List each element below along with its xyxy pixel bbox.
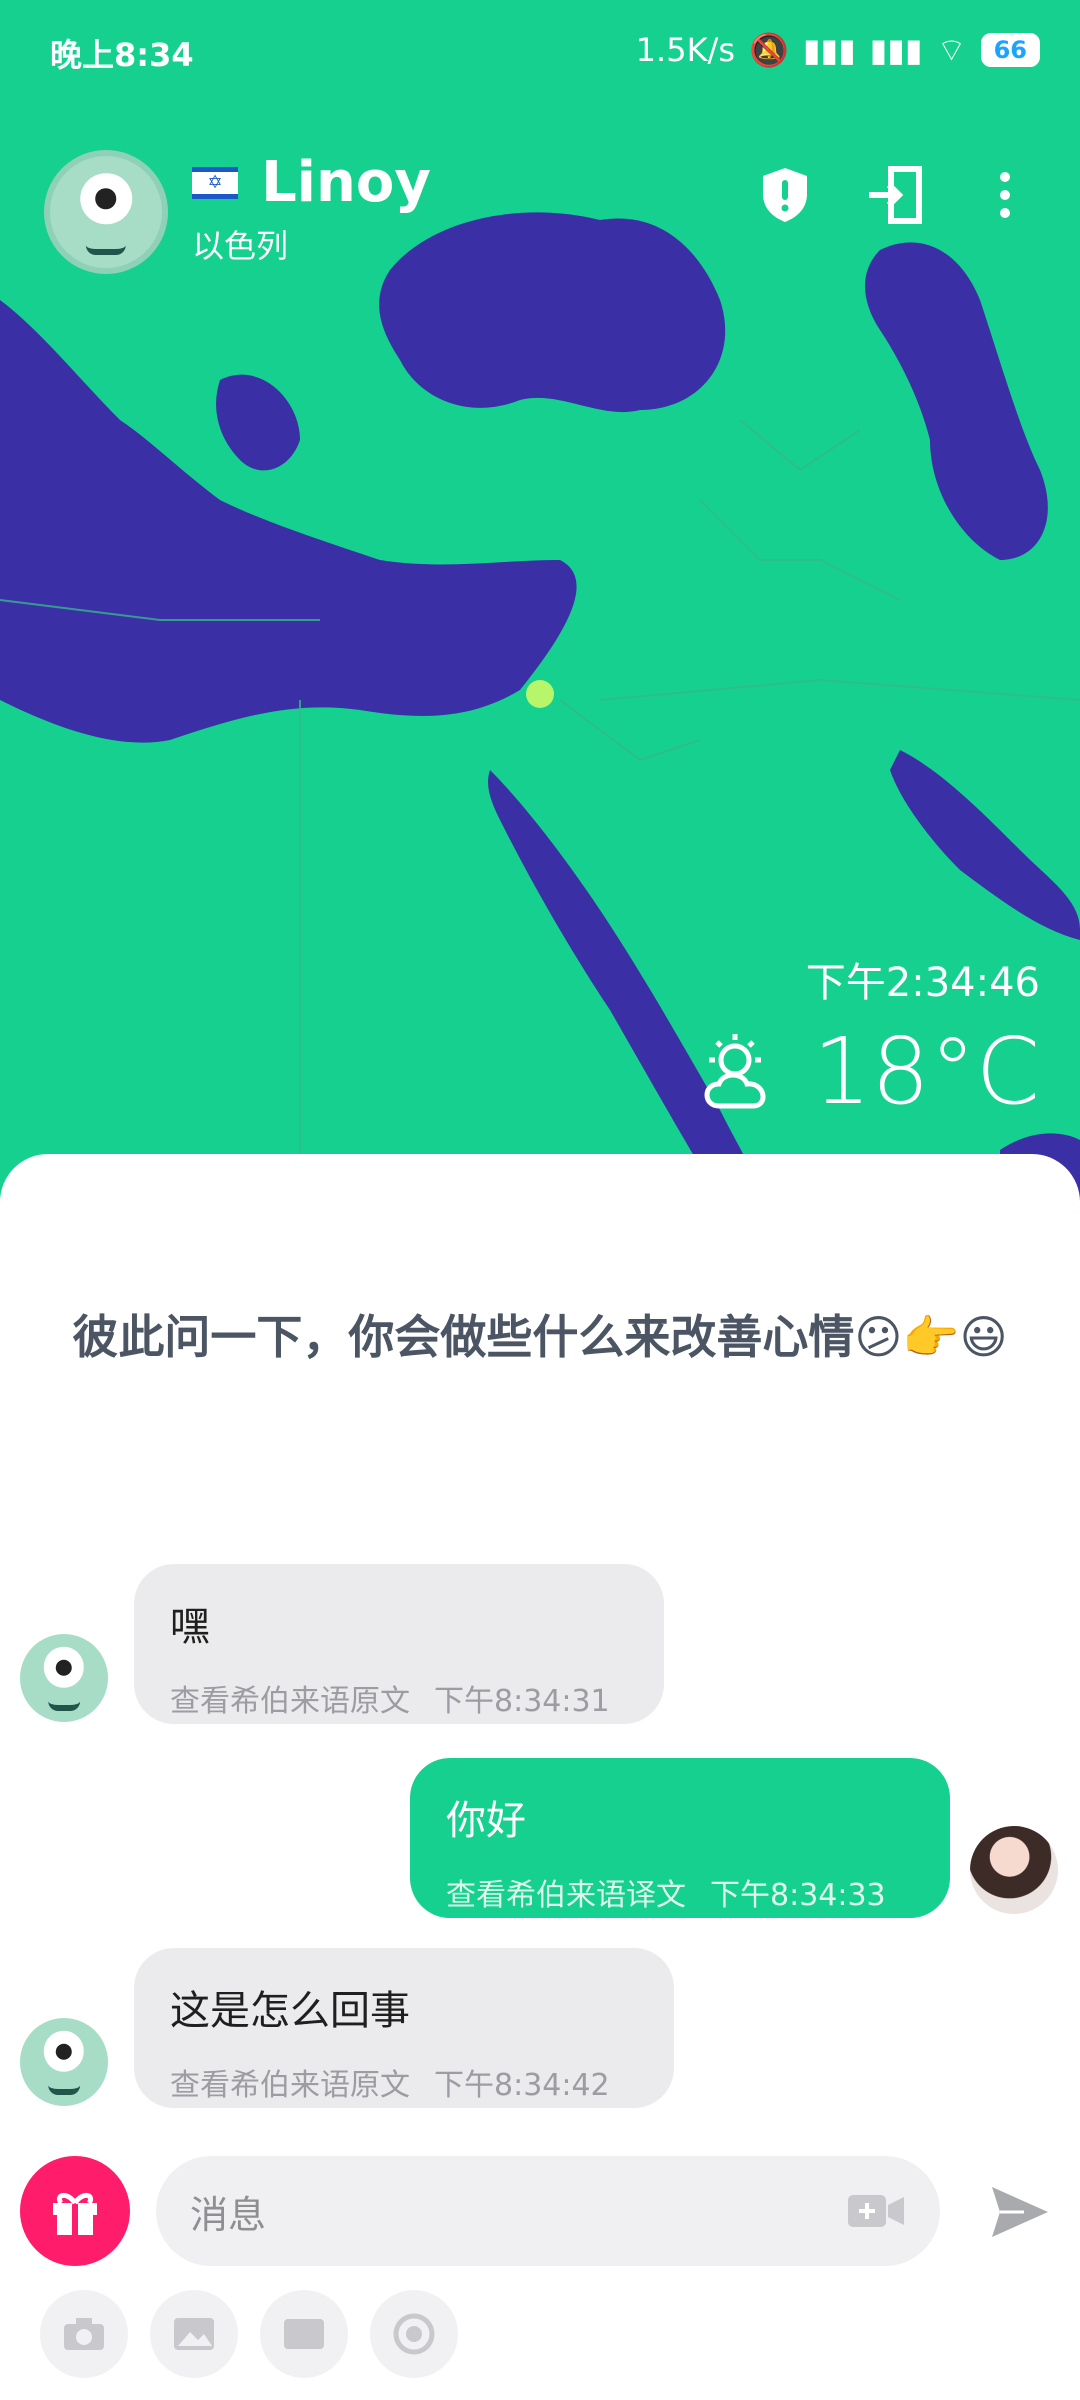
message-text: 这是怎么回事 bbox=[170, 1988, 410, 2034]
message-input[interactable]: 消息 bbox=[156, 2156, 940, 2266]
avatar-mouth bbox=[85, 237, 127, 255]
message-bubble[interactable]: 你好 查看希伯来语译文 下午8:34:33 bbox=[410, 1758, 950, 1918]
message-placeholder: 消息 bbox=[190, 2192, 267, 2237]
avatar-mouth bbox=[48, 2081, 80, 2096]
wifi-icon: ⌔ bbox=[936, 31, 967, 69]
status-icons: 1.5K/s 🔕 ▮▮▮ ▮▮▮ ⌔ 66 bbox=[636, 30, 1040, 70]
camera-icon bbox=[64, 2318, 104, 2350]
avatar-eye bbox=[43, 1647, 85, 1688]
status-time: 晚上8:34 bbox=[50, 36, 194, 74]
view-original-link[interactable]: 查看希伯来语原文 bbox=[170, 1676, 410, 1720]
view-original-link[interactable]: 查看希伯来语原文 bbox=[170, 2060, 410, 2104]
message-bubble[interactable]: 这是怎么回事 查看希伯来语原文 下午8:34:42 bbox=[134, 1948, 674, 2108]
user-avatar[interactable] bbox=[970, 1826, 1058, 1914]
partly-cloudy-icon bbox=[704, 1033, 766, 1108]
partner-info: Linoy 以色列 bbox=[192, 150, 431, 267]
message-text: 嘿 bbox=[170, 1604, 210, 1650]
message-time: 下午8:34:42 bbox=[434, 2068, 610, 2103]
timer-icon bbox=[393, 2313, 435, 2355]
send-icon bbox=[992, 2187, 1048, 2237]
israel-flag-icon bbox=[192, 166, 238, 199]
more-icon[interactable] bbox=[970, 160, 1040, 230]
attachment-tools bbox=[40, 2290, 458, 2378]
video-call-icon[interactable] bbox=[848, 2193, 906, 2229]
gift-button[interactable] bbox=[20, 2156, 130, 2266]
avatar-eye bbox=[80, 172, 132, 225]
status-bar: 晚上8:34 1.5K/s 🔕 ▮▮▮ ▮▮▮ ⌔ 66 bbox=[0, 0, 1080, 100]
weather: 18°C bbox=[695, 1018, 1040, 1125]
partner-avatar[interactable] bbox=[44, 150, 168, 274]
avatar-eye bbox=[43, 2031, 85, 2072]
exit-icon[interactable] bbox=[860, 160, 930, 230]
header-actions bbox=[750, 160, 1040, 230]
camera-button[interactable] bbox=[40, 2290, 128, 2378]
shield-icon[interactable] bbox=[750, 160, 820, 230]
gift-icon bbox=[53, 2193, 97, 2235]
message-text: 你好 bbox=[446, 1798, 526, 1844]
send-button[interactable] bbox=[980, 2172, 1060, 2252]
message-meta: 查看希伯来语原文 下午8:34:31 bbox=[170, 1676, 628, 1720]
partner-local-time: 下午2:34:46 bbox=[805, 960, 1040, 1006]
image-icon bbox=[174, 2318, 214, 2350]
partner-avatar-small[interactable] bbox=[20, 2018, 108, 2106]
message-meta: 查看希伯来语译文 下午8:34:33 bbox=[446, 1870, 914, 1914]
message-time: 下午8:34:31 bbox=[434, 1684, 610, 1719]
gallery-button[interactable] bbox=[150, 2290, 238, 2378]
view-translation-link[interactable]: 查看希伯来语译文 bbox=[446, 1870, 686, 1914]
temperature: 18°C bbox=[812, 1018, 1040, 1125]
message-bubble[interactable]: 嘿 查看希伯来语原文 下午8:34:31 bbox=[134, 1564, 664, 1724]
partner-country: 以色列 bbox=[192, 227, 289, 265]
gif-button[interactable] bbox=[260, 2290, 348, 2378]
mute-icon: 🔕 bbox=[749, 31, 789, 69]
chat-header: Linoy 以色列 bbox=[44, 150, 1040, 274]
composer: 消息 bbox=[20, 2156, 1060, 2266]
message-time: 下午8:34:33 bbox=[710, 1878, 886, 1913]
location-dot bbox=[526, 680, 554, 708]
conversation-prompt: 彼此问一下，你会做些什么来改善心情😕👉😃 bbox=[72, 1310, 1008, 1364]
message-meta: 查看希伯来语原文 下午8:34:42 bbox=[170, 2060, 638, 2104]
signal-icon-2: ▮▮▮ bbox=[869, 31, 923, 69]
partner-name: Linoy bbox=[261, 150, 431, 215]
gif-icon bbox=[284, 2319, 324, 2349]
signal-icon: ▮▮▮ bbox=[802, 31, 856, 69]
partner-avatar-small[interactable] bbox=[20, 1634, 108, 1722]
battery-indicator: 66 bbox=[980, 33, 1040, 67]
burn-after-reading-button[interactable] bbox=[370, 2290, 458, 2378]
avatar-mouth bbox=[48, 1697, 80, 1712]
network-speed: 1.5K/s bbox=[635, 31, 735, 69]
